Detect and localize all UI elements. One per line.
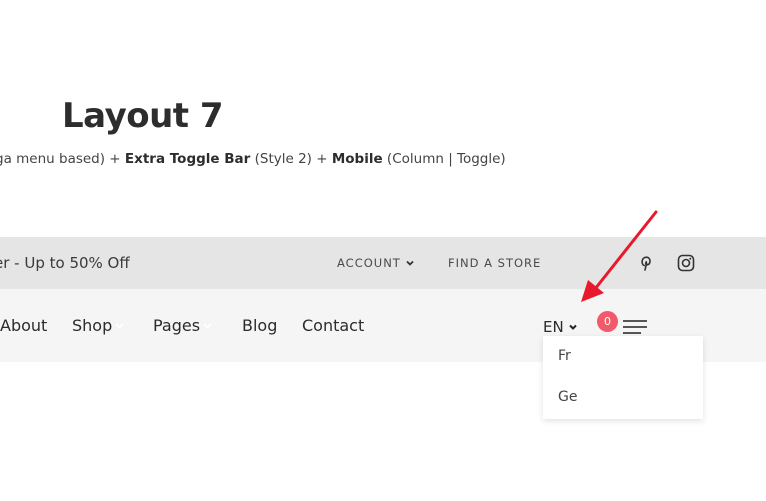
description-bold-2: Mobile [331,151,383,167]
chevron-down-icon [406,260,414,266]
nav-item-label: Pages [153,316,201,335]
account-menu[interactable]: ACCOUNT [337,256,415,270]
chevron-down-icon [568,324,577,330]
menu-toggle-icon[interactable] [622,319,648,335]
description-text-1: ga menu based) + [0,151,125,167]
promo-text: er - Up to 50% Off [0,254,130,272]
description-bold-1: Extra Toggle Bar [124,151,251,167]
nav-item-label: Blog [242,316,278,335]
nav-item-label: Shop [72,316,113,335]
pinterest-icon[interactable] [637,254,655,272]
nav-item-blog[interactable]: Blog [242,316,277,335]
nav-item-about[interactable]: About [0,316,47,335]
nav-item-contact[interactable]: Contact [302,316,364,335]
description-text-3: (Column | Toggle) [382,151,506,167]
language-switcher[interactable]: EN [543,318,578,336]
instagram-icon[interactable] [677,254,695,272]
language-option-ge[interactable]: Ge [558,389,577,405]
find-store-label: FIND A STORE [448,256,542,270]
find-store-link[interactable]: FIND A STORE [448,256,541,270]
account-label: ACCOUNT [337,256,401,270]
cart-count-badge: 0 [597,311,618,332]
top-bar: er - Up to 50% Off ACCOUNT FIND A STORE [0,237,766,289]
chevron-down-icon [115,323,124,329]
nav-item-pages[interactable]: Pages [153,316,213,335]
language-dropdown: Fr Ge [543,336,703,419]
nav-item-shop[interactable]: Shop [72,316,125,335]
page-title: Layout 7 [62,96,224,136]
language-option-fr[interactable]: Fr [558,348,571,364]
description-text-2: (Style 2) + [250,151,332,167]
language-label: EN [543,318,564,336]
layout-description: ga menu based) + Extra Toggle Bar (Style… [0,151,506,167]
chevron-down-icon [203,323,212,329]
nav-item-label: About [0,316,48,335]
nav-item-label: Contact [302,316,365,335]
